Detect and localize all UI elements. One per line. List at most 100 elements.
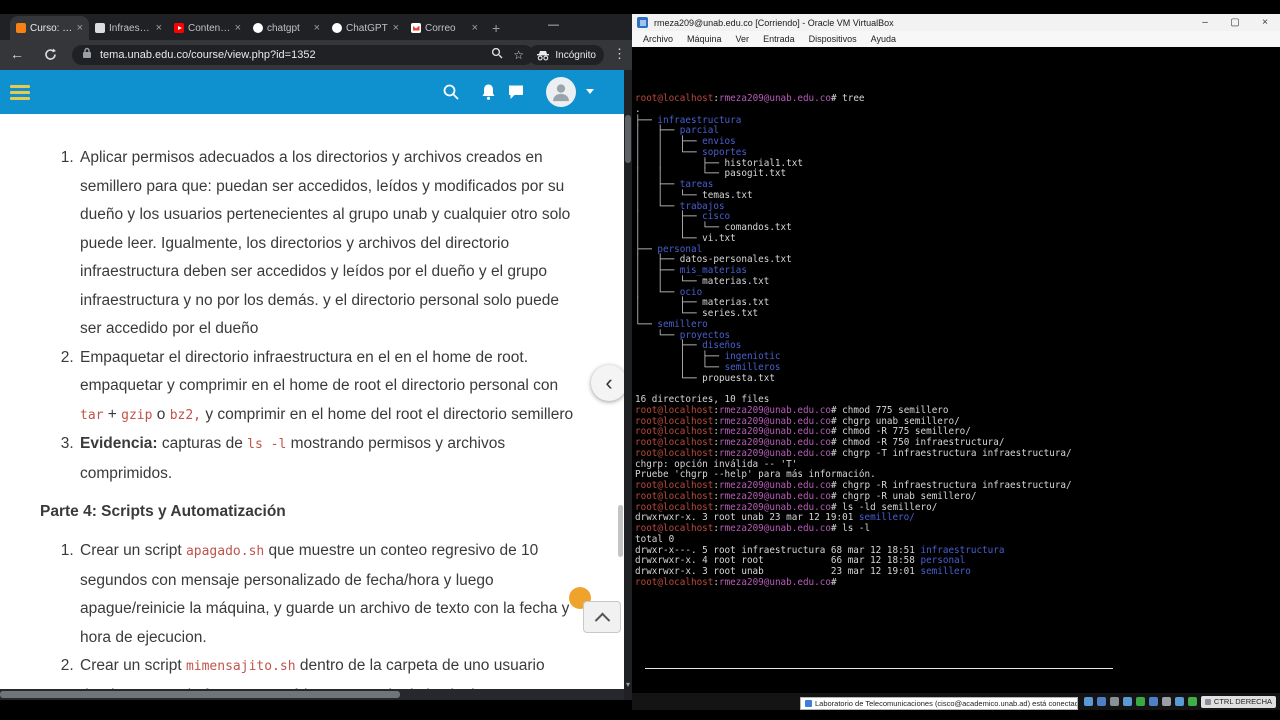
vbox-menubar: Archivo Máquina Ver Entrada Dispositivos… xyxy=(632,31,1280,47)
browser-menu-button[interactable]: ⋮ xyxy=(613,46,626,62)
moodle-favicon xyxy=(16,23,26,33)
tab-label: Curso: Infraestructura xyxy=(30,22,73,34)
menu-archivo[interactable]: Archivo xyxy=(636,34,680,44)
keyboard-capture-icon xyxy=(1204,698,1211,705)
tab-label: Correo xyxy=(425,22,456,34)
tab-close-icon[interactable]: × xyxy=(77,22,83,34)
bookmark-star-icon[interactable]: ☆ xyxy=(513,48,524,62)
tab-close-icon[interactable]: × xyxy=(314,22,320,34)
host-key-label: CTRL DERECHA xyxy=(1213,697,1272,706)
tab-close-icon[interactable]: × xyxy=(235,22,241,34)
task-item: Crear un script mimensajito.sh dentro de… xyxy=(78,652,584,689)
usb-status-icon[interactable] xyxy=(1148,697,1158,706)
horizontal-scrollbar[interactable] xyxy=(0,689,624,700)
chatgpt-favicon xyxy=(332,23,342,33)
tab-bar: Curso: Infraestructura × Infraestructura… xyxy=(0,14,632,40)
task-item: Aplicar permisos adecuados a los directo… xyxy=(78,144,584,344)
tab-close-icon[interactable]: × xyxy=(472,22,478,34)
moodle-header xyxy=(0,70,632,114)
task-item: Empaquetar el directorio infraestructura… xyxy=(78,344,584,431)
vbox-close-button[interactable]: × xyxy=(1250,14,1280,31)
virtualbox-window: rmeza209@unab.edu.co [Corriendo] - Oracl… xyxy=(632,14,1280,710)
vbox-maximize-button[interactable]: ▢ xyxy=(1220,14,1250,31)
host-key-indicator: CTRL DERECHA xyxy=(1200,695,1276,708)
tab-label: chatgpt xyxy=(267,22,300,34)
notification-text: Laboratorio de Telecomunicaciones (cisco… xyxy=(815,699,1078,708)
shared-folders-status-icon[interactable] xyxy=(1161,697,1171,706)
zoom-icon[interactable] xyxy=(491,46,503,64)
new-tab-button[interactable]: + xyxy=(492,20,500,36)
gmail-favicon xyxy=(411,23,421,33)
tab-infraestructura[interactable]: Infraestructura × xyxy=(89,16,168,40)
chatgpt-favicon xyxy=(253,23,263,33)
vbox-minimize-button[interactable]: – xyxy=(1190,14,1220,31)
refresh-icon xyxy=(45,48,56,60)
back-button[interactable]: ← xyxy=(10,46,24,62)
vm-display-edge xyxy=(645,668,1113,669)
tab-close-icon[interactable]: × xyxy=(156,22,162,34)
tab-chatgpt-1[interactable]: chatgpt × xyxy=(247,16,326,40)
terminal-output[interactable]: root@localhost:rmeza209@unab.edu.co# tre… xyxy=(635,93,1072,589)
menu-dispositivos[interactable]: Dispositivos xyxy=(802,34,864,44)
drawer-toggle-button[interactable]: ‹ xyxy=(591,365,627,401)
incognito-badge: Incógnito xyxy=(528,45,604,65)
course-page-content: Aplicar permisos adecuados a los directo… xyxy=(0,114,624,689)
scroll-down-arrow-icon[interactable]: ▾ xyxy=(624,680,632,689)
incognito-icon xyxy=(537,50,550,60)
virtualbox-app-icon xyxy=(637,17,648,28)
vm-display[interactable]: root@localhost:rmeza209@unab.edu.co# tre… xyxy=(632,47,1280,693)
youtube-favicon xyxy=(174,23,184,33)
vbox-notification: Laboratorio de Telecomunicaciones (cisco… xyxy=(800,697,1078,710)
address-bar[interactable]: tema.unab.edu.co/course/view.php?id=1352… xyxy=(72,45,534,65)
mouse-integration-status-icon[interactable] xyxy=(1187,697,1197,706)
messages-chat-icon[interactable] xyxy=(507,83,525,106)
task-item: Evidencia: capturas de ls -l mostrando p… xyxy=(78,430,584,488)
cd-status-icon[interactable] xyxy=(1109,697,1119,706)
menu-ayuda[interactable]: Ayuda xyxy=(864,34,903,44)
scroll-to-top-button[interactable] xyxy=(583,601,621,633)
site-info-icon[interactable] xyxy=(82,46,92,64)
notifications-bell-icon[interactable] xyxy=(480,83,497,106)
chevron-left-icon: ‹ xyxy=(605,370,613,395)
chevron-up-icon xyxy=(594,612,610,628)
vertical-scrollbar-thumb[interactable] xyxy=(625,115,631,163)
recording-status-icon[interactable] xyxy=(1174,697,1184,706)
section-heading: Parte 4: Scripts y Automatización xyxy=(40,503,286,520)
url-text[interactable]: tema.unab.edu.co/course/view.php?id=1352 xyxy=(100,49,491,61)
window-minimize-button[interactable]: — xyxy=(548,19,559,31)
tab-label: Contenido xyxy=(188,22,231,34)
audio-status-icon[interactable] xyxy=(1122,697,1132,706)
tab-label: ChatGPT xyxy=(346,22,388,34)
refresh-button[interactable] xyxy=(44,48,57,66)
incognito-label: Incógnito xyxy=(555,49,596,61)
tab-contenido[interactable]: Contenido × xyxy=(168,16,247,40)
tab-label: Infraestructura xyxy=(109,22,152,34)
task-item: Crear un script apagado.sh que muestre u… xyxy=(78,537,584,652)
tab-close-icon[interactable]: × xyxy=(393,22,399,34)
hdd-status-icon[interactable] xyxy=(1096,697,1106,706)
tab-chatgpt-2[interactable]: ChatGPT × xyxy=(326,16,405,40)
search-icon[interactable] xyxy=(442,83,460,106)
screen: Curso: Infraestructura × Infraestructura… xyxy=(0,0,1280,720)
menu-entrada[interactable]: Entrada xyxy=(756,34,802,44)
menu-maquina[interactable]: Máquina xyxy=(680,34,729,44)
permissions-task-list: Aplicar permisos adecuados a los directo… xyxy=(0,144,624,488)
vertical-scrollbar[interactable]: ▾ xyxy=(624,70,632,689)
user-menu-caret-icon[interactable] xyxy=(586,89,594,94)
display-status-icon[interactable] xyxy=(1083,697,1093,706)
generic-favicon xyxy=(95,23,105,33)
horizontal-scrollbar-thumb[interactable] xyxy=(0,691,400,698)
vbox-titlebar[interactable]: rmeza209@unab.edu.co [Corriendo] - Oracl… xyxy=(632,14,1280,31)
user-avatar[interactable] xyxy=(546,77,576,107)
tab-curso[interactable]: Curso: Infraestructura × xyxy=(10,16,89,40)
vbox-window-title: rmeza209@unab.edu.co [Corriendo] - Oracl… xyxy=(654,17,894,28)
network-status-icon[interactable] xyxy=(1135,697,1145,706)
hamburger-menu-icon[interactable] xyxy=(10,85,30,103)
network-notification-icon xyxy=(805,700,812,707)
browser-window: Curso: Infraestructura × Infraestructura… xyxy=(0,14,632,700)
inner-scrollbar-thumb[interactable] xyxy=(618,505,623,557)
tab-correo[interactable]: Correo × xyxy=(405,16,484,40)
browser-toolbar: ← tema.unab.edu.co/course/view.php?id=13… xyxy=(0,40,632,70)
scripts-task-list: Crear un script apagado.sh que muestre u… xyxy=(0,537,624,689)
menu-ver[interactable]: Ver xyxy=(729,34,757,44)
